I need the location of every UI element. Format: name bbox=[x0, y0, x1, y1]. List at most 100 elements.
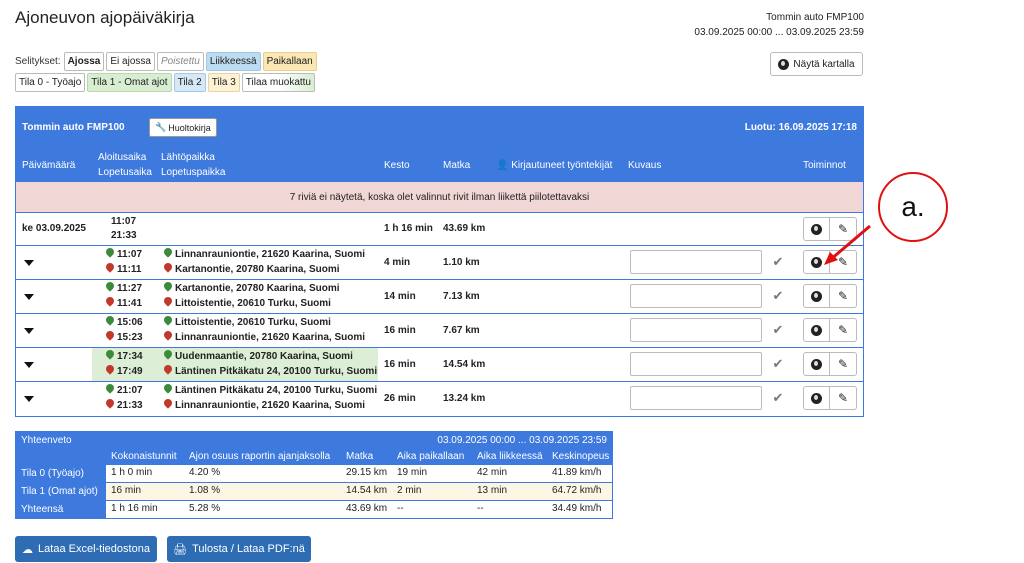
start-pin-icon bbox=[104, 246, 116, 258]
trip-distance: 14.54 km bbox=[443, 359, 486, 370]
trip-from: Linnanrauniontie, 21620 Kaarina, Suomi bbox=[162, 246, 365, 262]
trip-map-button[interactable] bbox=[803, 284, 830, 308]
trip-end: 11:11 bbox=[104, 261, 141, 277]
trip-map-button[interactable] bbox=[803, 386, 830, 410]
summary-row: Tila 0 (Työajo) 1 h 0 min 4.20 % 29.15 k… bbox=[16, 464, 612, 482]
trip-description-input[interactable] bbox=[630, 250, 762, 274]
globe-icon bbox=[811, 358, 822, 370]
logbook-button[interactable]: 🔧 Huoltokirja bbox=[149, 118, 217, 137]
pencil-icon: ✎ bbox=[837, 391, 849, 405]
trip-edit-button[interactable]: ✎ bbox=[830, 318, 857, 342]
end-pin-icon bbox=[162, 329, 174, 341]
trip-table: Tommin auto FMP100 🔧 Huoltokirja Luotu: … bbox=[15, 106, 864, 417]
trip-description-input[interactable] bbox=[630, 352, 762, 376]
expand-caret-icon[interactable] bbox=[24, 396, 34, 402]
trip-map-button[interactable] bbox=[803, 352, 830, 376]
trip-from: Kartanontie, 20780 Kaarina, Suomi bbox=[162, 280, 340, 296]
trip-edit-button[interactable]: ✎ bbox=[830, 352, 857, 376]
print-pdf-button[interactable]: 🖨 Tulosta / Lataa PDF:nä bbox=[167, 536, 311, 562]
trip-start: 11:27 bbox=[104, 280, 142, 296]
summary-value: 16 min bbox=[111, 485, 142, 496]
trip-edit-button[interactable]: ✎ bbox=[830, 284, 857, 308]
col-start-time: Aloitusaika bbox=[98, 152, 147, 163]
col-distance: Matka bbox=[443, 160, 471, 171]
summary-value: -- bbox=[397, 503, 404, 514]
pencil-icon: ✎ bbox=[837, 323, 849, 337]
trip-distance: 7.13 km bbox=[443, 291, 480, 302]
cloud-download-icon: ☁ bbox=[22, 543, 34, 556]
end-pin-icon bbox=[162, 363, 174, 375]
expand-caret-icon[interactable] bbox=[24, 362, 34, 368]
trip-map-button[interactable] bbox=[803, 318, 830, 342]
save-check-icon[interactable]: ✔ bbox=[766, 386, 790, 410]
printer-icon: 🖨 bbox=[173, 543, 188, 556]
day-start: 11:07 bbox=[111, 216, 137, 227]
save-check-icon[interactable]: ✔ bbox=[766, 352, 790, 376]
summary-value: 41.89 km/h bbox=[552, 467, 602, 478]
legend-chip-not-driving: Ei ajossa bbox=[106, 52, 155, 71]
pencil-icon: ✎ bbox=[837, 289, 849, 303]
end-pin-icon bbox=[104, 363, 116, 375]
trip-to: Littoistentie, 20610 Turku, Suomi bbox=[162, 295, 331, 311]
col-description: Kuvaus bbox=[628, 160, 662, 171]
summary-header: Yhteenveto 03.09.2025 00:00 ... 03.09.20… bbox=[16, 432, 612, 464]
trip-to: Linnanrauniontie, 21620 Kaarina, Suomi bbox=[162, 329, 365, 345]
expand-caret-icon[interactable] bbox=[24, 328, 34, 334]
end-pin-icon bbox=[162, 261, 174, 273]
trip-duration: 26 min bbox=[384, 393, 416, 404]
trip-duration: 14 min bbox=[384, 291, 416, 302]
summary-value: 5.28 % bbox=[189, 503, 221, 514]
trip-description-input[interactable] bbox=[630, 318, 762, 342]
trip-duration: 4 min bbox=[384, 257, 411, 268]
annotation-arrow-icon bbox=[824, 224, 871, 265]
summary-table: Yhteenveto 03.09.2025 00:00 ... 03.09.20… bbox=[15, 431, 613, 519]
start-pin-icon bbox=[104, 348, 116, 360]
trip-end: 21:33 bbox=[104, 397, 143, 413]
state-legend: Tila 0 - Työajo Tila 1 - Omat ajot Tila … bbox=[15, 73, 317, 92]
trip-end: 15:23 bbox=[104, 329, 143, 345]
summary-title: Yhteenveto bbox=[21, 435, 72, 446]
trip-start: 15:06 bbox=[104, 314, 143, 330]
summary-row: Tila 1 (Omat ajot) 16 min 1.08 % 14.54 k… bbox=[16, 482, 612, 500]
col-start-place: Lähtöpaikka bbox=[161, 152, 215, 163]
start-pin-icon bbox=[104, 280, 116, 292]
summary-value: 1.08 % bbox=[189, 485, 221, 496]
col-end-place: Lopetuspaikka bbox=[161, 167, 226, 178]
trip-from: Uudenmaantie, 20780 Kaarina, Suomi bbox=[162, 348, 353, 364]
trip-start: 21:07 bbox=[104, 382, 143, 398]
trip-row: 11:27 11:41 Kartanontie, 20780 Kaarina, … bbox=[16, 280, 863, 314]
save-check-icon[interactable]: ✔ bbox=[766, 318, 790, 342]
state-chip-1: Tila 1 - Omat ajot bbox=[87, 73, 172, 92]
trip-start: 17:34 bbox=[104, 348, 143, 364]
day-row: ke 03.09.2025 11:07 21:33 1 h 16 min 43.… bbox=[16, 213, 863, 246]
print-pdf-label: Tulosta / Lataa PDF:nä bbox=[192, 543, 305, 555]
globe-icon bbox=[811, 290, 822, 302]
page-title: Ajoneuvon ajopäiväkirja bbox=[15, 8, 195, 27]
end-pin-icon bbox=[104, 295, 116, 307]
end-pin-icon bbox=[104, 397, 116, 409]
summary-value: 13 min bbox=[477, 485, 508, 496]
expand-caret-icon[interactable] bbox=[24, 260, 34, 266]
summary-col-total-hours: Kokonaistunnit bbox=[111, 451, 177, 462]
end-pin-icon bbox=[162, 295, 174, 307]
summary-value: 14.54 km bbox=[346, 485, 388, 496]
summary-value: 34.49 km/h bbox=[552, 503, 602, 514]
start-pin-icon bbox=[162, 382, 174, 394]
summary-value: 19 min bbox=[397, 467, 428, 478]
summary-value: 29.15 km bbox=[346, 467, 388, 478]
globe-icon bbox=[811, 392, 822, 404]
trip-description-input[interactable] bbox=[630, 284, 762, 308]
trip-from: Läntinen Pitkäkatu 24, 20100 Turku, Suom… bbox=[162, 382, 377, 398]
trip-row: 11:07 11:11 Linnanrauniontie, 21620 Kaar… bbox=[16, 246, 863, 280]
trip-row: 17:34 17:49 Uudenmaantie, 20780 Kaarina,… bbox=[16, 348, 863, 382]
download-excel-button[interactable]: ☁ Lataa Excel-tiedostona bbox=[15, 536, 157, 562]
show-on-map-button[interactable]: Näytä kartalla bbox=[770, 52, 863, 76]
expand-caret-icon[interactable] bbox=[24, 294, 34, 300]
save-check-icon[interactable]: ✔ bbox=[766, 284, 790, 308]
trip-edit-button[interactable]: ✎ bbox=[830, 386, 857, 410]
trip-description-input[interactable] bbox=[630, 386, 762, 410]
col-employees-label: Kirjautuneet työntekijät bbox=[511, 160, 613, 171]
legend: Selitykset: Ajossa Ei ajossa Poistettu L… bbox=[15, 52, 319, 71]
trip-row: 21:07 21:33 Läntinen Pitkäkatu 24, 20100… bbox=[16, 382, 863, 416]
save-check-icon[interactable]: ✔ bbox=[766, 250, 790, 274]
